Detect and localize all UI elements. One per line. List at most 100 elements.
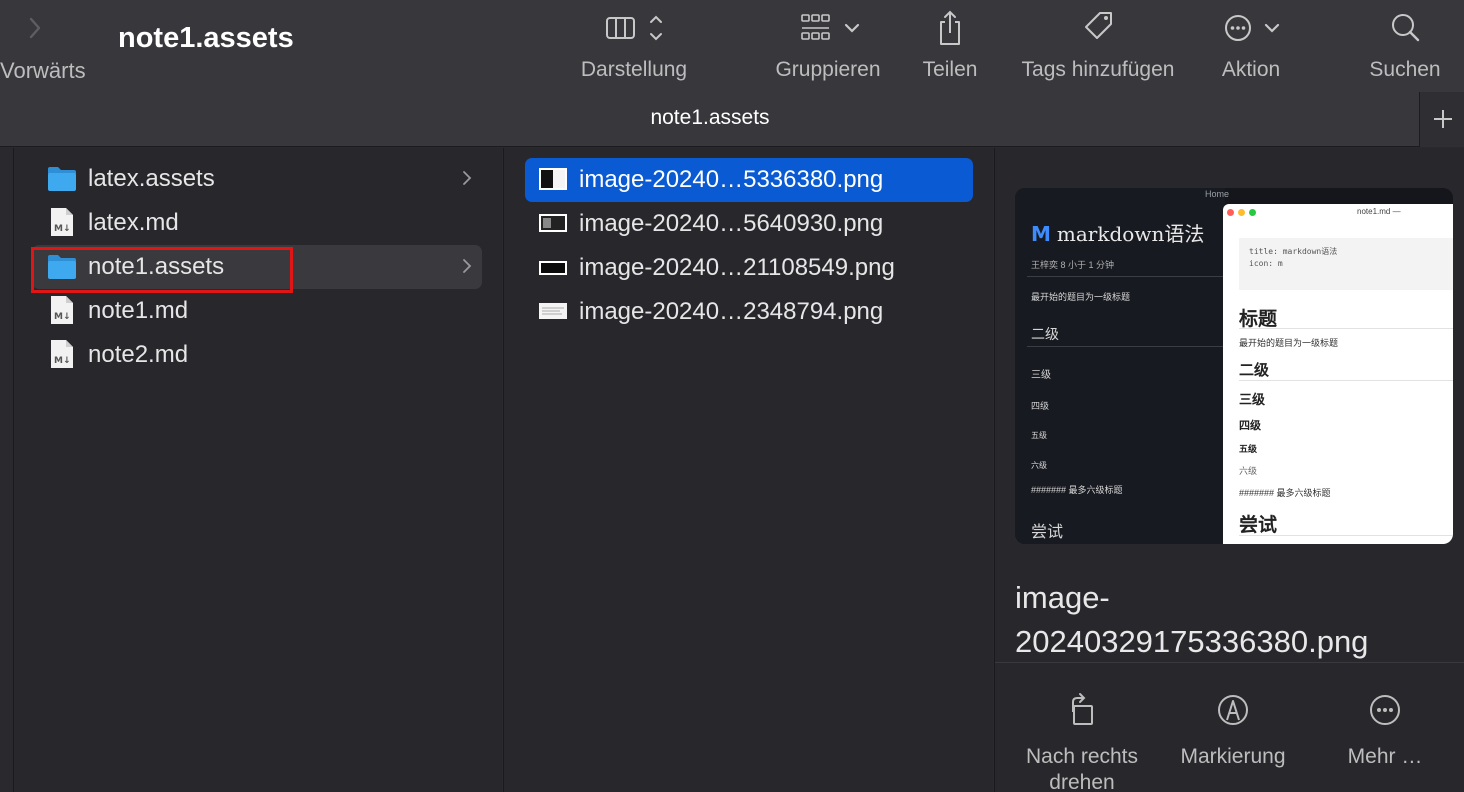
- columns-view-icon: [606, 15, 662, 41]
- image-thumbnail-icon: [539, 214, 567, 232]
- add-tags-label: Tags hinzufügen: [1021, 58, 1175, 81]
- preview-heading: 六级: [1031, 461, 1047, 470]
- action-label: Aktion: [1221, 58, 1281, 81]
- search-icon: [1392, 14, 1420, 42]
- item-label: image-20240…5336380.png: [579, 166, 884, 193]
- group-grid-icon: [801, 14, 860, 40]
- list-item-latex-assets[interactable]: latex.assets: [32, 157, 482, 201]
- column-note1-assets[interactable]: image-20240…5336380.png image-20240…5640…: [503, 148, 993, 792]
- preview-code-text: title: markdown语法 icon: m: [1249, 247, 1338, 268]
- preview-heading: 尝试: [1239, 515, 1278, 536]
- preview-heading: 三级: [1239, 392, 1266, 407]
- markdown-file-icon: M↓: [51, 340, 73, 368]
- divider: [1239, 535, 1453, 536]
- add-tags-button[interactable]: Tags hinzufügen: [1012, 0, 1186, 92]
- preview-heading: 五级: [1239, 444, 1258, 454]
- chevron-right-icon[interactable]: [24, 14, 46, 42]
- more-label: Mehr …: [1347, 745, 1423, 768]
- item-label: note1.md: [88, 297, 189, 324]
- view-mode-button[interactable]: Darstellung: [574, 0, 694, 92]
- minimize-dot-icon: [1238, 209, 1245, 216]
- markdown-file-icon: M↓: [51, 296, 73, 324]
- preview-heading: 四级: [1239, 420, 1261, 432]
- image-thumbnail-icon: [539, 261, 567, 275]
- chevron-right-icon: [463, 259, 472, 273]
- item-label: note2.md: [88, 341, 189, 368]
- preview-heading: 五级: [1031, 431, 1047, 440]
- close-dot-icon: [1227, 209, 1234, 216]
- rotate-right-label: Nach rechts drehen: [1025, 745, 1139, 792]
- list-item-image-1[interactable]: image-20240…5336380.png: [525, 158, 973, 202]
- preview-window-title: note1.md —: [1357, 207, 1401, 216]
- markup-icon: [1218, 695, 1248, 725]
- divider: [1239, 380, 1453, 381]
- preview-text: ####### 最多六级标题: [1239, 488, 1331, 498]
- tab-note1-assets[interactable]: note1.assets: [0, 106, 1420, 130]
- preview-filename: image-20240329175336380.png: [1015, 580, 1369, 659]
- preview-heading: 标题: [1239, 309, 1278, 330]
- image-thumbnail-icon: [539, 168, 567, 190]
- preview-light-page: note1.md — title: markdown语法 icon: m 标题 …: [1223, 204, 1453, 544]
- search-button[interactable]: Suchen: [1364, 0, 1446, 92]
- preview-window-bar: note1.md —: [1223, 204, 1453, 222]
- markdown-file-icon: M↓: [51, 208, 73, 236]
- preview-heading: 尝试: [1031, 524, 1064, 541]
- preview-text: 最开始的题目为一级标题: [1031, 292, 1131, 302]
- share-label: Teilen: [922, 58, 978, 81]
- image-preview[interactable]: Home Mmarkdown语法 王梓奕 8 小于 1 分钟 最开始的题目为一级…: [1015, 188, 1453, 544]
- preview-pane: Home Mmarkdown语法 王梓奕 8 小于 1 分钟 最开始的题目为一级…: [994, 148, 1464, 792]
- tag-icon: [1085, 12, 1112, 39]
- plus-icon: [1434, 110, 1452, 128]
- divider: [1239, 328, 1453, 329]
- highlight-annotation-box: [31, 247, 293, 293]
- group-label: Gruppieren: [775, 58, 881, 81]
- list-item-image-3[interactable]: image-20240…21108549.png: [525, 246, 973, 290]
- list-item-latex-md[interactable]: M↓ latex.md: [32, 201, 482, 245]
- group-button[interactable]: Gruppieren: [770, 0, 888, 92]
- finder-window: Vorwärts note1.assets Darstellung Gruppi…: [0, 0, 1464, 792]
- item-label: image-20240…21108549.png: [579, 254, 895, 281]
- list-item-image-2[interactable]: image-20240…5640930.png: [525, 202, 973, 246]
- column-parent-folder[interactable]: latex.assets M↓ latex.md note1.assets M↓…: [0, 148, 502, 792]
- preview-dark-title: Mmarkdown语法: [1031, 218, 1204, 247]
- new-tab-button[interactable]: [1419, 92, 1464, 147]
- share-button[interactable]: Teilen: [918, 0, 982, 92]
- forward-label: Vorwärts: [0, 58, 86, 83]
- list-item-image-4[interactable]: image-20240…2348794.png: [525, 290, 973, 334]
- action-button[interactable]: Aktion: [1216, 0, 1286, 92]
- preview-meta: 王梓奕 8 小于 1 分钟: [1031, 260, 1115, 270]
- svg-text:M↓: M↓: [54, 224, 71, 234]
- rotate-right-icon: [1072, 693, 1093, 725]
- preview-title-text: markdown语法: [1056, 222, 1205, 246]
- list-item-note1-md[interactable]: M↓ note1.md: [32, 289, 482, 333]
- svg-text:M↓: M↓: [54, 312, 71, 322]
- preview-text: ####### 最多六级标题: [1031, 485, 1123, 495]
- preview-heading: 三级: [1031, 370, 1051, 381]
- preview-text: 最开始的题目为一级标题: [1239, 338, 1339, 348]
- column-edge: [0, 148, 14, 792]
- preview-code-block: title: markdown语法 icon: m: [1239, 238, 1453, 290]
- more-icon: [1370, 695, 1400, 725]
- preview-breadcrumb: Home: [1205, 189, 1230, 199]
- folder-icon: [48, 167, 76, 191]
- preview-heading: 六级: [1239, 466, 1258, 476]
- svg-text:M↓: M↓: [54, 356, 71, 366]
- preview-heading: 二级: [1031, 326, 1059, 342]
- item-label: image-20240…5640930.png: [579, 210, 884, 237]
- markup-label: Markierung: [1180, 745, 1286, 768]
- zoom-dot-icon: [1249, 209, 1256, 216]
- share-icon: [940, 10, 960, 45]
- divider: [1027, 346, 1223, 347]
- list-item-note2-md[interactable]: M↓ note2.md: [32, 333, 482, 377]
- divider: [995, 662, 1464, 663]
- item-label: latex.md: [88, 209, 179, 236]
- preview-logo-mark: M: [1031, 222, 1051, 246]
- item-label: image-20240…2348794.png: [579, 298, 884, 325]
- preview-dark-page: Home Mmarkdown语法 王梓奕 8 小于 1 分钟 最开始的题目为一级…: [1015, 188, 1229, 544]
- toolbar: Vorwärts note1.assets Darstellung Gruppi…: [0, 0, 1464, 92]
- preview-heading: 二级: [1239, 362, 1270, 379]
- divider: [1027, 276, 1223, 277]
- chevron-right-icon: [463, 171, 472, 185]
- preview-heading: 四级: [1031, 401, 1050, 411]
- window-title: note1.assets: [118, 22, 294, 54]
